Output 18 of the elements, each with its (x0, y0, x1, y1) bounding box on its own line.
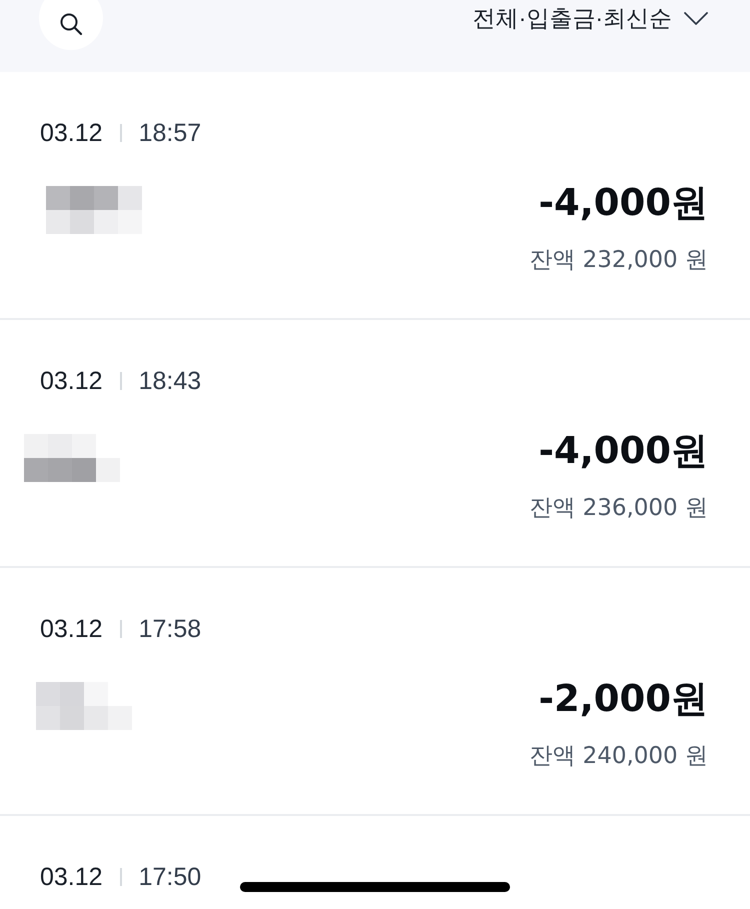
transaction-amount: -4,000원 (538, 181, 708, 225)
transaction-date: 03.12 (40, 614, 103, 644)
transaction-date: 03.12 (40, 862, 103, 892)
transaction-time: 17:58 (138, 614, 202, 644)
transaction-time: 18:43 (138, 366, 202, 396)
balance-text: 잔액 240,000 원 (529, 742, 708, 771)
search-button[interactable] (39, 0, 103, 50)
balance-text: 잔액 236,000 원 (529, 494, 708, 523)
balance-text: 잔액 232,000 원 (529, 246, 708, 275)
chevron-down-icon (684, 12, 708, 24)
transaction-amount: -2,000원 (538, 677, 708, 721)
search-icon (59, 12, 83, 36)
transaction-date: 03.12 (40, 118, 103, 148)
transaction-amount: -4,000원 (538, 429, 708, 473)
transaction-date: 03.12 (40, 366, 103, 396)
transaction-time: 18:57 (138, 118, 202, 148)
transaction-time: 17:50 (138, 862, 202, 892)
sort-filter-dropdown[interactable]: 전체·입출금·최신순 (472, 0, 708, 36)
